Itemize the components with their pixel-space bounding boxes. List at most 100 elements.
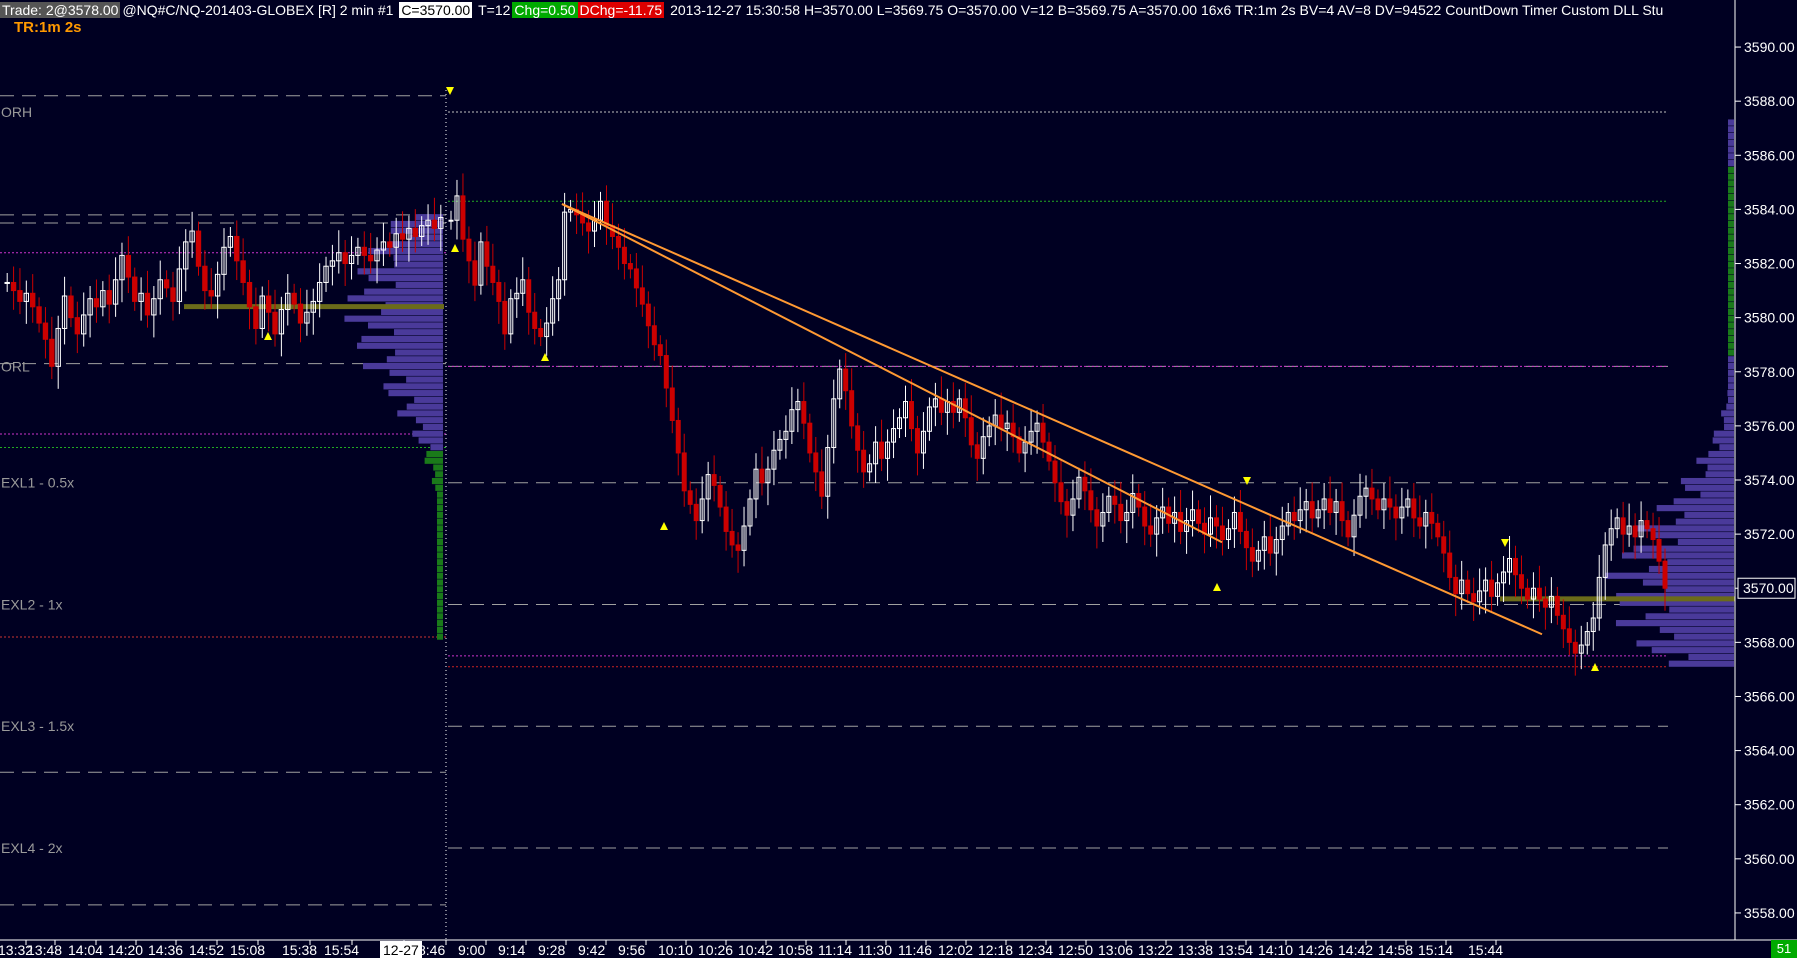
profile-bar <box>437 599 443 606</box>
profile-bar <box>1728 308 1734 316</box>
chart-header: Trade: 2@3578.00 @NQ#C/NQ-201403-GLOBEX [… <box>0 0 1735 20</box>
candle-body <box>1243 530 1249 549</box>
price-tick-label: 3560.00 <box>1744 851 1795 867</box>
candle-body <box>538 327 544 338</box>
candle-body <box>1393 506 1399 519</box>
price-tick-label: 3584.00 <box>1744 201 1795 217</box>
profile-bar <box>1705 471 1734 478</box>
candle-body <box>663 355 669 389</box>
candle-body <box>399 233 406 240</box>
profile-bar <box>1728 160 1734 167</box>
candle-body <box>30 292 36 308</box>
profile-bar <box>1728 396 1734 403</box>
time-axis[interactable]: 13:3213:48 14:04 14:20 14:36 14:52 15:08 15:38… <box>0 939 1797 958</box>
profile-bar <box>395 281 443 288</box>
candle-body <box>1524 587 1530 600</box>
profile-bar <box>437 620 443 627</box>
price-tick-label: 3580.00 <box>1744 310 1795 326</box>
profile-bar <box>1728 254 1734 261</box>
candle-body <box>1237 511 1243 532</box>
candle-body <box>1632 525 1638 538</box>
profile-bar <box>437 498 443 505</box>
price-tick-label: 3572.00 <box>1744 526 1795 542</box>
level-label: EXL3 - 1.5x <box>1 718 74 734</box>
trendlines[interactable] <box>561 203 1543 636</box>
timer-label: TR:1m 2s <box>14 19 82 36</box>
candle-body <box>639 287 645 305</box>
ticks-readout: T=12 <box>478 2 511 18</box>
profile-bar <box>1728 119 1734 126</box>
profile-bar <box>1712 437 1734 444</box>
current-price-label: 3570.00 <box>1743 580 1794 596</box>
candle-body <box>74 317 81 335</box>
profile-bar <box>1728 126 1734 133</box>
profile-bar <box>1651 647 1734 654</box>
candle-body <box>807 422 813 454</box>
candle-body <box>711 474 717 486</box>
candle-body <box>253 306 259 329</box>
candle-body <box>1196 509 1202 524</box>
profile-bar <box>437 538 443 546</box>
profile-bar <box>347 295 443 302</box>
symbol-info: @NQ#C/NQ-201403-GLOBEX [R] 2 min #1 <box>122 2 394 18</box>
candle-body <box>1291 511 1297 522</box>
profile-bar <box>1728 315 1734 322</box>
profile-bar <box>435 484 443 491</box>
candle-body <box>496 281 502 302</box>
candle-body <box>1417 517 1423 527</box>
candle-body <box>4 281 10 284</box>
profile-bar <box>437 491 443 498</box>
candle-body <box>843 368 849 392</box>
profile-bar <box>367 322 443 329</box>
candle-body <box>1112 495 1118 505</box>
time-tick-label: 15:08 <box>230 942 265 958</box>
candle-body <box>1435 522 1441 538</box>
time-tick-label: 14:52 <box>189 942 224 958</box>
profile-bar <box>1688 653 1734 661</box>
trendline <box>561 203 1543 636</box>
candle-body <box>163 279 170 289</box>
candle-body <box>1058 482 1064 503</box>
level-labels: ORH ORL EXL1 - 0.5x EXL2 - 1x EXL3 - 1.5x EXL… <box>1 104 74 856</box>
profile-bar <box>1724 423 1734 431</box>
candle-body <box>729 530 735 546</box>
profile-bar <box>1728 362 1734 370</box>
candle-body <box>532 311 538 329</box>
time-tick-label: 15:14 <box>1418 942 1453 958</box>
swing-low-marker <box>451 244 459 252</box>
profile-bar <box>383 383 443 390</box>
profile-bar <box>437 613 443 620</box>
trendline <box>561 203 1223 544</box>
profile-bar <box>1635 525 1734 532</box>
candle-body <box>68 295 74 319</box>
time-tick-label: 13:06 <box>1098 942 1133 958</box>
candle-body <box>723 506 729 532</box>
time-tick-label: 9:56 <box>618 942 645 958</box>
profile-bar <box>1654 532 1734 539</box>
profile-bar <box>1728 329 1734 336</box>
profile-bar <box>1728 247 1734 255</box>
candle-body <box>1088 490 1094 511</box>
candle-body <box>819 471 825 497</box>
profile-bar <box>1728 139 1734 146</box>
candle-body <box>342 252 348 265</box>
time-tick-label: 15:54 <box>324 942 359 958</box>
profile-bar <box>1728 295 1734 302</box>
time-tick-label: 14:26 <box>1298 942 1333 958</box>
candle-body <box>968 417 974 446</box>
candle-body <box>621 246 627 265</box>
candle-body <box>693 503 699 522</box>
profile-bar <box>1636 640 1734 647</box>
price-chart[interactable]: 3590.00 3588.00 3586.00 3584.00 3582.00 3580.… <box>0 0 1797 958</box>
price-tick-label: 3586.00 <box>1744 147 1795 163</box>
candle-body <box>1213 517 1219 527</box>
swing-markers <box>264 87 1599 671</box>
candle-body <box>17 290 23 302</box>
candle-body <box>106 290 112 305</box>
candle-body <box>1662 560 1668 589</box>
profile-bar <box>1665 586 1734 593</box>
profile-bar <box>431 477 443 485</box>
candle-body <box>1369 487 1375 500</box>
price-axis[interactable]: 3590.00 3588.00 3586.00 3584.00 3582.00 3580.… <box>1734 0 1796 940</box>
timer-badge: 51 <box>1771 940 1797 958</box>
